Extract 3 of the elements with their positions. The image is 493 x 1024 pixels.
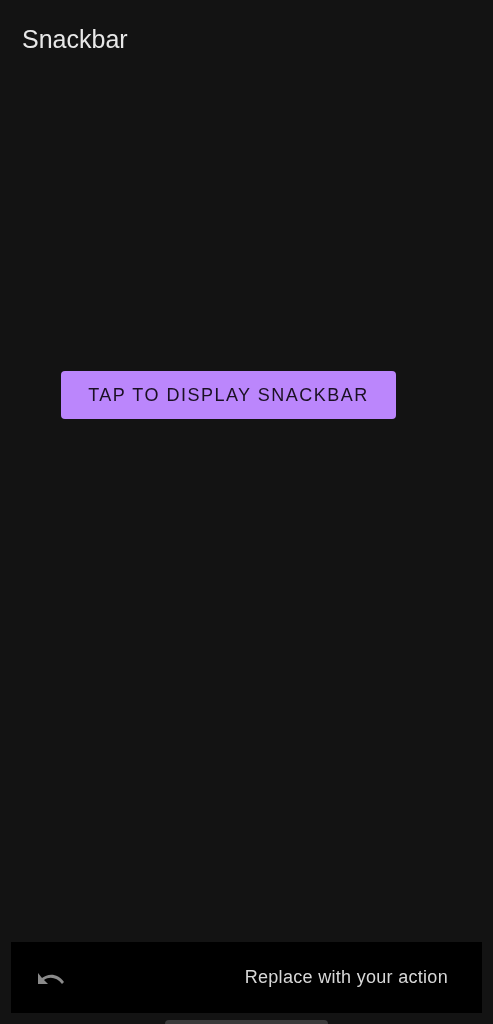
snackbar-message: Replace with your action — [244, 966, 448, 989]
display-snackbar-button[interactable]: TAP TO DISPLAY SNACKBAR — [61, 371, 396, 419]
app-title: Snackbar — [22, 25, 128, 53]
